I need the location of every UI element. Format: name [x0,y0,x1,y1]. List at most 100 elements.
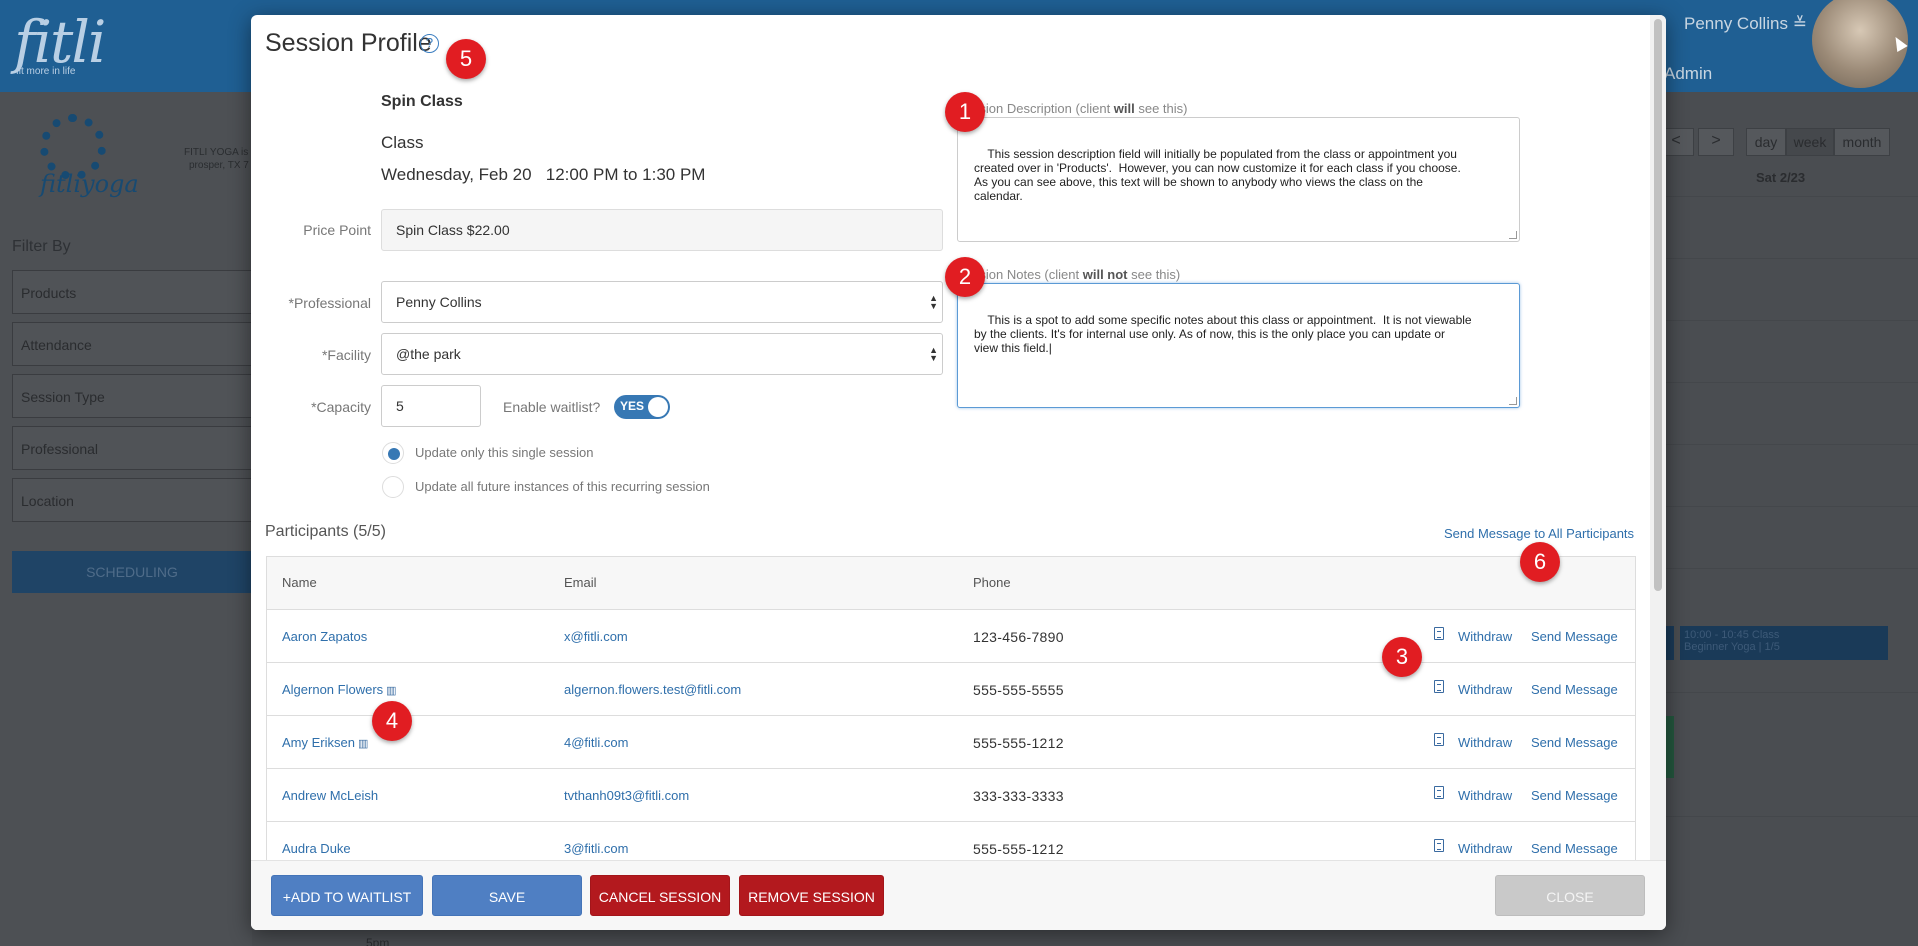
participant-email-link[interactable]: 3@fitli.com [564,841,629,856]
view-month[interactable]: month [1834,128,1890,156]
session-description-text: This session description field will init… [974,147,1461,203]
document-icon[interactable] [1434,839,1444,852]
send-message-link[interactable]: Send Message [1531,682,1618,697]
waitlist-toggle[interactable]: YES [614,395,670,419]
update-all-radio[interactable] [382,476,404,498]
document-icon[interactable] [1434,733,1444,746]
participants-table: Name Email Phone Aaron Zapatos x@fitli.c… [266,556,1636,860]
withdraw-link[interactable]: Withdraw [1458,629,1512,644]
calendar-gridline [1664,506,1918,507]
chevron-down-icon: ≚ [1792,14,1807,33]
facility-label: *Facility [321,347,371,363]
column-name: Name [282,575,317,590]
help-icon[interactable]: ? [420,34,439,53]
label-text: see this) [1134,101,1188,116]
filter-title: Filter By [12,238,71,255]
participant-name-link[interactable]: Aaron Zapatos [282,629,367,644]
session-profile-modal: Session Profile ? Spin Class Class Wedne… [251,15,1666,930]
document-icon[interactable] [1434,680,1444,693]
remove-session-button[interactable]: REMOVE SESSION [739,875,884,916]
user-menu[interactable]: Penny Collins ≚ [1684,14,1807,34]
filter-session-type[interactable]: Session Type [12,374,252,418]
table-row: Audra Duke 3@fitli.com 555-555-1212 With… [267,822,1635,860]
calendar-date-header: Sat 2/23 [1756,170,1806,185]
withdraw-link[interactable]: Withdraw [1458,682,1512,697]
table-row: Amy Eriksen ▥ 4@fitli.com 555-555-1212 Wi… [267,716,1635,769]
capacity-label: *Capacity [311,399,371,415]
filter-attendance[interactable]: Attendance [12,322,252,366]
update-all-label[interactable]: Update all future instances of this recu… [415,479,710,494]
annotation-badge-3: 3 [1382,637,1422,677]
participant-email-link[interactable]: tvthanh09t3@fitli.com [564,788,689,803]
send-message-link[interactable]: Send Message [1531,735,1618,750]
cancel-session-button[interactable]: CANCEL SESSION [590,875,730,916]
professional-label: *Professional [288,295,372,311]
session-date: Wednesday, Feb 20 [381,165,532,184]
document-icon[interactable] [1434,627,1444,640]
participant-name: Algernon Flowers [282,682,384,697]
filter-products[interactable]: Products [12,270,252,314]
session-notes-text: This is a spot to add some specific note… [974,313,1472,355]
close-button[interactable]: CLOSE [1495,875,1645,916]
select-arrows-icon: ▲ ▼ [929,293,938,311]
facility-select[interactable]: @the park ▲ ▼ [381,333,943,375]
session-description-textarea[interactable]: This session description field will init… [957,117,1520,242]
facility-value: @the park [396,346,461,362]
studio-address: FITLI YOGA is f prosper, TX 7 [184,147,254,171]
send-message-link[interactable]: Send Message [1531,841,1618,856]
annotation-badge-6: 6 [1520,542,1560,582]
modal-scrollbar[interactable] [1650,15,1666,860]
session-time: 12:00 PM to 1:30 PM [545,165,706,184]
withdraw-link[interactable]: Withdraw [1458,788,1512,803]
annotation-badge-5: 5 [446,39,486,79]
table-row: Andrew McLeish tvthanh09t3@fitli.com 333… [267,769,1635,822]
label-emphasis: will not [1082,267,1128,282]
view-week[interactable]: week [1786,128,1834,156]
price-point-label: Price Point [303,222,371,238]
studio-logo: fitliyoga [40,170,139,198]
participant-email-link[interactable]: 4@fitli.com [564,735,629,750]
send-message-link[interactable]: Send Message [1531,629,1618,644]
update-single-label[interactable]: Update only this single session [415,445,594,460]
scrollbar-thumb[interactable] [1654,19,1662,591]
document-icon[interactable] [1434,786,1444,799]
participant-name-link[interactable]: Andrew McLeish [282,788,378,803]
participant-name-link[interactable]: Audra Duke [282,841,351,856]
user-name: Penny Collins [1684,14,1788,33]
label-emphasis: will [1113,101,1135,116]
professional-select[interactable]: Penny Collins ▲ ▼ [381,281,943,323]
session-description-label: Session Description (client will see thi… [957,101,1188,116]
participant-email-link[interactable]: algernon.flowers.test@fitli.com [564,682,741,697]
resize-handle-icon[interactable] [1509,231,1517,239]
save-button[interactable]: SAVE [432,875,582,916]
send-message-link[interactable]: Send Message [1531,788,1618,803]
calendar-event[interactable]: 10:00 - 10:45 Class Beginner Yoga | 1/5 [1680,626,1888,660]
add-to-waitlist-button[interactable]: +ADD TO WAITLIST [271,875,423,916]
annotation-badge-2: 2 [945,257,985,297]
send-message-all-link[interactable]: Send Message to All Participants [1444,526,1634,541]
session-name: Spin Class [381,93,463,110]
withdraw-link[interactable]: Withdraw [1458,735,1512,750]
capacity-input[interactable]: 5 [381,385,481,427]
annotation-badge-4: 4 [372,701,412,741]
filter-professional[interactable]: Professional [12,426,252,470]
calendar-gridline [1664,816,1918,817]
withdraw-link[interactable]: Withdraw [1458,841,1512,856]
calendar-gridline [1664,692,1918,693]
calendar-gridline [1664,382,1918,383]
select-arrows-icon: ▲ ▼ [929,345,938,363]
calendar-gridline [1664,320,1918,321]
participant-email-link[interactable]: x@fitli.com [564,629,628,644]
update-single-radio[interactable] [382,442,404,464]
modal-title: Session Profile [265,29,432,57]
session-notes-textarea[interactable]: This is a spot to add some specific note… [957,283,1520,408]
filter-location[interactable]: Location [12,478,252,522]
table-row: Algernon Flowers ▥ algernon.flowers.test@… [267,663,1635,716]
participant-name-link[interactable]: Algernon Flowers ▥ [282,682,397,697]
participant-name-link[interactable]: Amy Eriksen ▥ [282,735,368,750]
calendar-next-button[interactable]: > [1698,128,1734,156]
scheduling-button[interactable]: SCHEDULING [12,551,252,593]
participant-phone: 555-555-1212 [973,841,1064,857]
view-day[interactable]: day [1746,128,1786,156]
resize-handle-icon[interactable] [1509,397,1517,405]
